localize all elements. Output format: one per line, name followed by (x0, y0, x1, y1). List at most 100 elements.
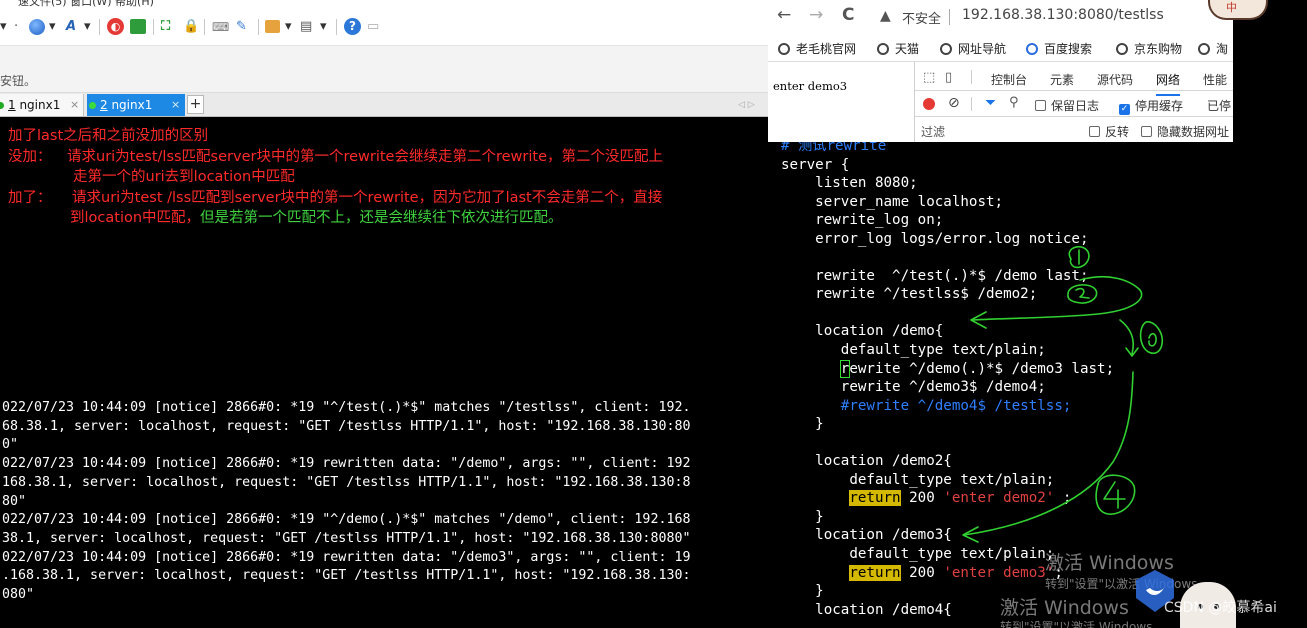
bookmark-label: 淘 (1216, 42, 1229, 56)
chat-icon[interactable]: ▭ (367, 18, 379, 36)
bookmark-item[interactable]: 老毛桃官网 (778, 40, 856, 57)
url-field[interactable]: 192.168.38.130:8080/testlss (962, 7, 1164, 23)
record-icon[interactable] (923, 98, 935, 110)
network-filter-bar: 过滤 反转 隐藏数据网址 (915, 117, 1233, 142)
lock-icon[interactable]: 🔒 (183, 18, 199, 36)
log-line: 0" (2, 437, 19, 453)
dropdown-arrow-icon[interactable]: ▾ (320, 18, 327, 36)
tab-sources[interactable]: 源代码 (1097, 71, 1133, 88)
tab-performance[interactable]: 性能 (1203, 71, 1227, 88)
with-last-label: 加了： (8, 189, 52, 206)
log-line: 80" (2, 493, 27, 509)
layout-icon[interactable]: ▤ (300, 18, 312, 36)
filter-input[interactable]: 过滤 (921, 123, 945, 140)
code-line: server { (781, 156, 850, 173)
bookmark-item[interactable]: 网址导航 (940, 40, 1006, 57)
hint-bar: 安钮。 (0, 46, 768, 93)
toolbar-divider (204, 19, 205, 35)
devtools-panel: ⬚ ▯ 控制台 元素 源代码 网络 性能 ⊘ ⏷ ⚲ 保留日志 ✓ 停用缓存 已停… (914, 62, 1233, 142)
new-tab-button[interactable]: + (187, 95, 204, 114)
hide-data-urls-checkbox[interactable]: 隐藏数据网址 (1141, 123, 1229, 140)
code-line-return: return 200 'enter demo3'; (781, 564, 1114, 583)
devtools-divider (971, 70, 972, 84)
bookmark-label: 京东购物 (1134, 42, 1183, 56)
warning-triangle-icon[interactable]: ▲ (880, 8, 891, 24)
annotation-title: 加了last之后和之前没加的区别 (8, 128, 209, 144)
globe-icon[interactable] (29, 19, 45, 35)
with-last-line-2-green: 但是若第一个匹配不上，还是会继续往下依次进行匹配。 (200, 210, 563, 226)
font-icon[interactable]: A (66, 18, 76, 36)
toolbar-divider (99, 19, 100, 35)
annotation-text: 加了last之后和之前没加的区别 没加： 请求uri为test/lss匹配ser… (8, 126, 758, 229)
nginx-config-code: # 测试rewrite server { listen 8080; server_… (781, 142, 1114, 619)
preserve-log-checkbox[interactable]: 保留日志 (1035, 97, 1099, 114)
code-line: rewrite ^/demo3$ /demo4; (781, 379, 1046, 396)
bookmark-item[interactable]: 淘 (1198, 40, 1228, 57)
xftp-icon[interactable]: ◐ (107, 18, 124, 35)
tab-label: nginx1 (15, 98, 61, 112)
hint-text: 安钮。 (0, 74, 37, 88)
reload-button[interactable]: C (842, 5, 854, 25)
menu-bar[interactable]: 速文件(5) 窗口(W) 帮助(H) (0, 0, 768, 8)
status-dot-icon (0, 102, 4, 109)
invert-checkbox[interactable]: 反转 (1089, 123, 1129, 140)
filter-icon[interactable]: ⏷ (985, 95, 996, 111)
hide-data-urls-label: 隐藏数据网址 (1157, 125, 1230, 139)
device-toggle-icon[interactable]: ▯ (945, 70, 952, 85)
code-line: } (781, 583, 824, 600)
bookmark-item[interactable]: 天猫 (877, 40, 919, 57)
compose-icon[interactable] (130, 19, 146, 34)
tab-console[interactable]: 控制台 (991, 71, 1027, 88)
dropdown-arrow-icon[interactable]: ▾ (49, 18, 56, 36)
return-keyword: return (849, 490, 901, 507)
dropdown-arrow-icon[interactable]: ▾ (84, 18, 91, 36)
code-line: error_log logs/error.log notice; (781, 230, 1089, 247)
dropdown-arrow-icon[interactable]: ▾ (0, 18, 7, 36)
sticker-text: 中 (1226, 1, 1237, 14)
inspect-icon[interactable]: ⬚ (923, 70, 935, 85)
dropdown-arrow-icon[interactable]: ▾ (285, 18, 292, 36)
bookmarks-bar: 老毛桃官网 天猫 网址导航 百度搜索 京东购物 淘 (768, 33, 1233, 62)
code-line: } (781, 416, 824, 433)
code-line-return: return 200 'enter demo2' ; (781, 489, 1114, 508)
code-line: location /demo2{ (781, 453, 952, 470)
tab-number: 2 (100, 98, 108, 112)
string-literal: 'enter demo3' (943, 564, 1055, 581)
folder-icon[interactable] (265, 20, 280, 33)
search-icon[interactable]: ⚲ (1009, 95, 1019, 110)
close-icon[interactable]: × (171, 94, 180, 116)
globe-icon (778, 43, 790, 55)
tab-session-1[interactable]: 1 nginx1 × (0, 94, 84, 116)
separator-dot-icon: · (14, 19, 19, 34)
browser-window: ← → C ▲ 不安全 192.168.38.130:8080/testlss … (768, 0, 1233, 142)
toolbar-divider (153, 19, 154, 35)
code-line-cursor: rewrite ^/demo(.)*$ /demo3 last; (781, 359, 1114, 379)
bookmark-item[interactable]: 百度搜索 (1026, 40, 1092, 57)
fullscreen-icon[interactable]: ⛶ (161, 18, 170, 36)
without-last-line-1: 请求uri为test/lss匹配server块中的第一个rewrite会继续走第… (67, 148, 663, 165)
bookmark-item[interactable]: 京东购物 (1116, 40, 1182, 57)
clear-icon[interactable]: ⊘ (948, 95, 960, 111)
throttling-label[interactable]: 已停 (1207, 97, 1231, 114)
tab-elements[interactable]: 元素 (1050, 71, 1074, 88)
status-dot-icon (89, 102, 96, 109)
tab-number: 1 (8, 98, 16, 112)
menu-fragment[interactable]: 速文件(5) 窗口(W) 帮助(H) (18, 0, 154, 8)
tab-scroll-arrows[interactable]: ◁ ▷ (738, 94, 755, 116)
checkbox-icon (1089, 126, 1100, 137)
close-icon[interactable]: × (70, 94, 79, 116)
disable-cache-checkbox[interactable]: ✓ 停用缓存 (1119, 97, 1183, 115)
help-icon[interactable]: ? (344, 18, 361, 35)
toolbar-divider (258, 19, 259, 35)
insecure-label[interactable]: 不安全 (902, 8, 941, 27)
network-toolbar: ⊘ ⏷ ⚲ 保留日志 ✓ 停用缓存 已停 (915, 91, 1233, 117)
code-line-commented: #rewrite ^/demo4$ /testlss; (781, 397, 1072, 414)
keyboard-icon[interactable]: ⌨ (212, 18, 229, 36)
pen-icon[interactable]: ✎ (236, 18, 247, 36)
forward-button[interactable]: → (809, 5, 823, 25)
bookmark-label: 百度搜索 (1044, 42, 1093, 56)
back-button[interactable]: ← (777, 5, 791, 25)
tab-session-2[interactable]: 2 nginx1 × (87, 94, 185, 116)
checkbox-icon (1141, 126, 1152, 137)
